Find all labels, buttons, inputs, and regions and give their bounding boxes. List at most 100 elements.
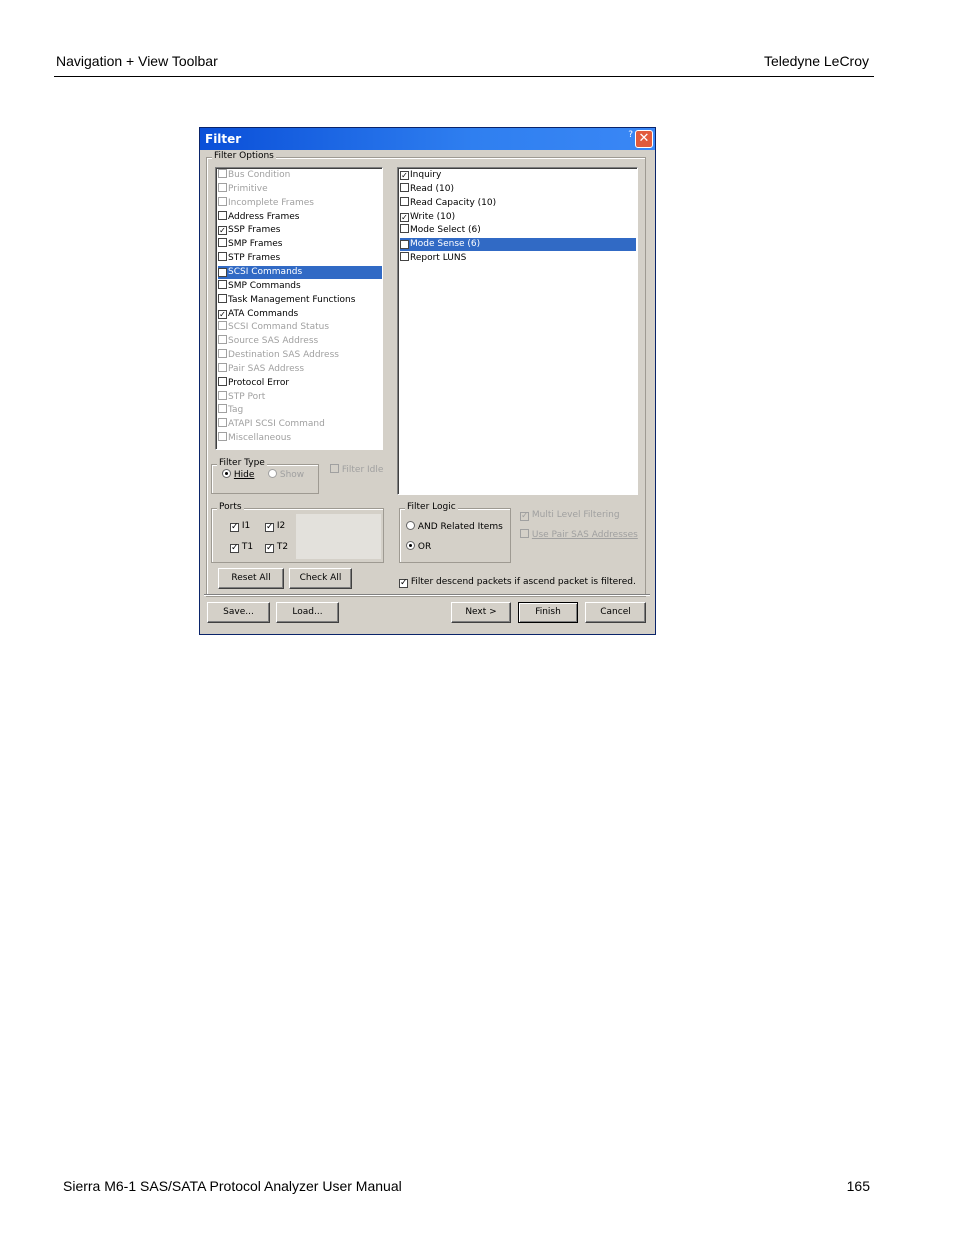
checkbox-icon[interactable] (218, 404, 227, 414)
list-item[interactable]: ✓ Inquiry (400, 169, 636, 182)
multi-level-checkbox[interactable]: ✓ Multi Level Filtering (520, 510, 620, 521)
list-item-label: SCSI Commands (228, 266, 303, 277)
checkbox-icon[interactable] (218, 293, 227, 303)
descend-checkbox[interactable]: ✓ Filter descend packets if ascend packe… (399, 577, 636, 588)
list-item[interactable]: SMP Commands (218, 279, 382, 293)
filter-dialog: Filter ? ✕ Filter Options Bus Condition P… (199, 127, 656, 635)
filter-logic-label: Filter Logic (405, 502, 458, 512)
list-item-label: Miscellaneous (228, 433, 292, 444)
reset-all-button[interactable]: Reset All (218, 568, 284, 589)
list-item[interactable]: Destination SAS Address (218, 349, 382, 362)
category-listbox[interactable]: Bus Condition Primitive Incomplete Frames A… (215, 167, 383, 450)
port-i2-checkbox[interactable]: ✓ I2 (265, 521, 285, 532)
checked-box-icon[interactable]: ✓ (218, 226, 227, 236)
filter-idle-label: Filter Idle (341, 465, 384, 475)
help-icon[interactable]: ? (628, 130, 633, 140)
header-rule (54, 76, 874, 77)
checkbox-icon[interactable] (218, 182, 227, 192)
page-footer-right: 165 (846, 1178, 870, 1194)
list-item[interactable]: Bus Condition (218, 169, 382, 182)
list-item-label: Address Frames (228, 211, 300, 222)
list-item[interactable]: Read Capacity (10) (400, 196, 636, 210)
port-i1-checkbox[interactable]: ✓ I1 (230, 521, 250, 532)
logic-or-label: OR (417, 542, 432, 552)
list-item[interactable]: Source SAS Address (218, 335, 382, 348)
checked-box-icon[interactable]: ✓ (218, 309, 227, 319)
next-button[interactable]: Next > (451, 602, 511, 623)
list-item-label: STP Frames (228, 253, 281, 264)
checkbox-icon[interactable] (400, 252, 409, 262)
checkbox-icon[interactable] (218, 279, 227, 289)
check-all-button[interactable]: Check All (289, 568, 352, 589)
close-button[interactable]: ✕ (635, 130, 653, 148)
filter-logic-group (399, 508, 511, 563)
bottom-separator (204, 594, 650, 596)
checked-box-icon[interactable]: ✓ (400, 171, 409, 180)
list-item[interactable]: Pair SAS Address (218, 362, 382, 376)
logic-or-radio[interactable]: OR (406, 541, 431, 552)
list-item[interactable]: Read (10) (400, 182, 636, 196)
multi-level-check-icon: ✓ (520, 511, 529, 521)
port-t2-checkbox[interactable]: ✓ T2 (265, 542, 288, 553)
checkbox-icon[interactable] (400, 224, 409, 234)
list-item[interactable]: Address Frames (218, 210, 382, 224)
logic-and-label: AND Related Items (417, 522, 503, 532)
checkbox-icon[interactable] (218, 321, 227, 331)
checkbox-icon[interactable] (218, 196, 227, 206)
list-item[interactable]: STP Frames (218, 252, 382, 265)
list-item[interactable]: Tag (218, 404, 382, 417)
list-item[interactable]: SCSI Command Status (218, 321, 382, 334)
list-item[interactable]: ✓ Write (10) (400, 211, 636, 224)
list-item[interactable]: Incomplete Frames (218, 196, 382, 210)
list-item-label: Primitive (228, 183, 268, 194)
close-icon: ✕ (638, 131, 650, 146)
port-i2-label: I2 (276, 521, 286, 531)
filter-type-hide-radio[interactable]: Hide (222, 469, 254, 480)
list-item[interactable]: ATAPI SCSI Command (218, 418, 382, 431)
port-t1-label: T1 (241, 542, 254, 552)
cancel-button[interactable]: Cancel (585, 602, 646, 623)
save-button[interactable]: Save... (207, 602, 270, 623)
checkbox-icon[interactable] (218, 390, 227, 400)
checkbox-icon[interactable] (400, 196, 409, 206)
checked-box-icon[interactable]: ✓ (400, 212, 409, 222)
list-item[interactable]: ✓ ATA Commands (218, 308, 382, 321)
checkbox-icon[interactable] (218, 252, 227, 262)
checkbox-icon[interactable] (218, 210, 227, 220)
checkbox-icon[interactable] (218, 169, 227, 178)
checkbox-icon[interactable] (218, 376, 227, 386)
list-item[interactable]: SMP Frames (218, 238, 382, 251)
list-item[interactable]: Task Management Functions (218, 293, 382, 307)
checked-box-icon[interactable]: ✓ (400, 240, 409, 250)
checkbox-icon[interactable] (218, 335, 227, 345)
list-item-label: Inquiry (410, 170, 442, 180)
logic-and-radio[interactable]: AND Related Items (406, 521, 503, 532)
use-pair-checkbox[interactable]: Use Pair SAS Addresses (520, 529, 638, 540)
page-footer-left: Sierra M6-1 SAS/SATA Protocol Analyzer U… (63, 1178, 402, 1194)
page-header-left: Navigation + View Toolbar (56, 53, 218, 69)
list-item[interactable]: Mode Select (6) (400, 224, 636, 237)
filter-type-show-radio[interactable]: Show (268, 469, 304, 480)
filter-idle-checkbox[interactable]: Filter Idle (330, 464, 383, 475)
list-item[interactable]: STP Port (218, 390, 382, 404)
list-item[interactable]: ✓ SSP Frames (218, 224, 382, 237)
list-item[interactable]: ✓ SCSI Commands (218, 265, 382, 279)
list-item[interactable]: Report LUNS (400, 252, 636, 265)
checkbox-icon[interactable] (218, 432, 227, 442)
checkbox-icon[interactable] (400, 182, 409, 192)
list-item[interactable]: Primitive (218, 182, 382, 196)
list-item[interactable]: Miscellaneous (218, 432, 382, 445)
list-item[interactable]: ✓ Mode Sense (6) (400, 238, 636, 252)
list-item[interactable]: Protocol Error (218, 376, 382, 390)
checked-box-icon[interactable]: ✓ (218, 267, 227, 277)
checkbox-icon[interactable] (218, 238, 227, 248)
checkbox-icon[interactable] (218, 362, 227, 372)
checkbox-icon[interactable] (218, 418, 227, 428)
load-button[interactable]: Load... (276, 602, 339, 623)
finish-button[interactable]: Finish (518, 602, 578, 623)
checkbox-icon[interactable] (218, 349, 227, 359)
command-listbox[interactable]: ✓ Inquiry Read (10) Read Capacity (10) ✓ Writ… (397, 167, 638, 495)
radio-or-icon (406, 541, 415, 550)
port-t1-checkbox[interactable]: ✓ T1 (230, 542, 253, 553)
list-item-label: SSP Frames (228, 225, 281, 236)
